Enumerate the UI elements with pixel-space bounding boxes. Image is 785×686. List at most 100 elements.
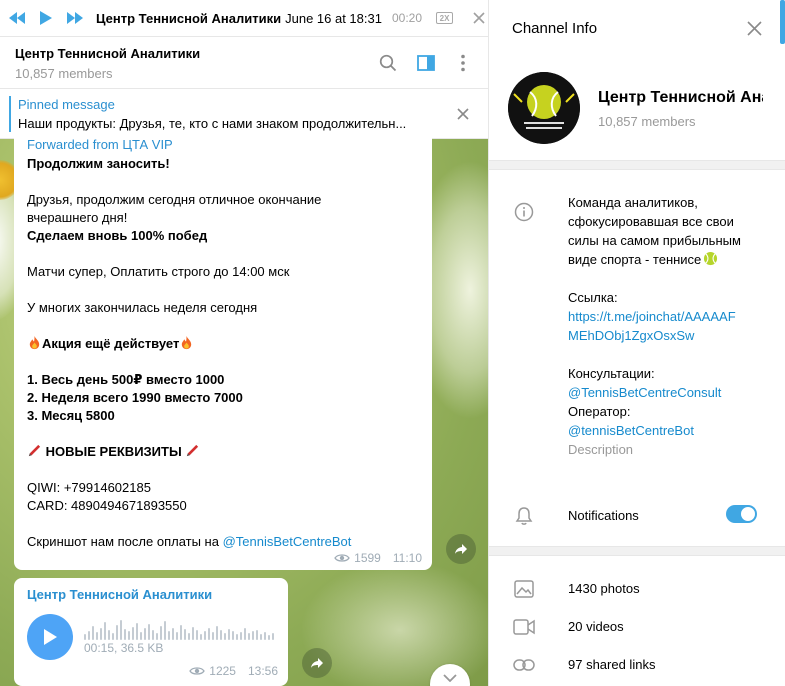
channel-description: Команда аналитиков, сфокусировавшая все … xyxy=(568,193,768,459)
waveform-bar xyxy=(172,628,174,640)
pinned-text: Наши продукты: Друзья, те, кто с нами зн… xyxy=(18,116,407,131)
video-icon xyxy=(513,616,535,638)
tennis-ball-icon xyxy=(704,251,718,266)
close-icon xyxy=(746,20,762,36)
notifications-toggle[interactable] xyxy=(726,505,757,523)
audio-message[interactable]: Центр Теннисной Аналитики 00:15, 36.5 KB… xyxy=(14,578,288,686)
waveform-bar xyxy=(144,628,146,640)
operator-link[interactable]: @tennisBetCentreBot xyxy=(568,421,768,440)
bot-link[interactable]: @TennisBetCentreBot xyxy=(223,534,352,549)
waveform-bar xyxy=(92,626,94,640)
message-line: Матчи супер, Оплатить строго до 14:00 мс… xyxy=(27,264,290,279)
close-icon xyxy=(472,12,485,24)
pinned-title: Pinned message xyxy=(18,97,115,112)
videos-count[interactable]: 20 videos xyxy=(568,619,624,634)
message-bubble[interactable]: Forwarded from ЦТА VIP Продолжим заносит… xyxy=(14,136,432,570)
chat-members: 10,857 members xyxy=(15,66,113,81)
waveform-bar xyxy=(264,632,266,640)
photos-count[interactable]: 1430 photos xyxy=(568,581,640,596)
player-close-button[interactable] xyxy=(469,8,488,28)
channel-members: 10,857 members xyxy=(598,114,696,129)
more-icon xyxy=(461,54,465,72)
chat-title[interactable]: Центр Теннисной Аналитики xyxy=(15,46,200,61)
waveform-bar xyxy=(256,630,258,640)
views-count: 1599 xyxy=(354,551,381,565)
waveform-bar xyxy=(192,627,194,640)
link-label: Ссылка: xyxy=(568,290,618,305)
message-text: Продолжим заносить! Друзья, продолжим се… xyxy=(27,155,423,551)
waveform-bar xyxy=(232,631,234,640)
notifications-label: Notifications xyxy=(568,508,639,523)
waveform-bar xyxy=(228,629,230,640)
player-date: June 16 at 18:31 xyxy=(285,10,382,26)
forward-button[interactable] xyxy=(63,6,86,30)
pinned-close-button[interactable] xyxy=(453,104,473,124)
waveform-bar xyxy=(108,630,110,640)
message-meta: 1225 13:56 xyxy=(189,664,278,678)
waveform-bar xyxy=(148,624,150,640)
message-line: вчерашнего дня! xyxy=(27,210,128,225)
panel-close-button[interactable] xyxy=(743,17,765,39)
waveform-bar xyxy=(184,629,186,640)
message-line: 1. Весь день 500₽ вместо 1000 xyxy=(27,372,225,387)
waveform-bar xyxy=(116,625,118,640)
fire-icon xyxy=(29,335,40,350)
pinned-message[interactable]: Pinned message Наши продукты: Друзья, те… xyxy=(0,89,488,139)
more-button[interactable] xyxy=(452,52,474,74)
speed-button[interactable]: 2X xyxy=(436,12,454,24)
message-line: CARD: 4890494671893550 xyxy=(27,498,187,513)
message-time: 11:10 xyxy=(392,551,422,565)
message-line: Скриншот нам после оплаты на xyxy=(27,534,223,549)
message-line: У многих закончилась неделя сегодня xyxy=(27,300,258,315)
share-button[interactable] xyxy=(302,648,332,678)
divider xyxy=(489,546,785,556)
forward-icon xyxy=(66,12,83,24)
close-icon xyxy=(457,108,469,120)
channel-info-panel: Channel Info Центр Теннисной Аналитики 1… xyxy=(488,0,785,686)
consult-link[interactable]: @TennisBetCentreConsult xyxy=(568,383,768,402)
tennis-ball-logo xyxy=(508,72,580,144)
waveform-bar xyxy=(260,634,262,640)
player-title[interactable]: Центр Теннисной Аналитики xyxy=(96,11,281,26)
audio-player-bar: Центр Теннисной Аналитики June 16 at 18:… xyxy=(0,0,488,37)
waveform-bar xyxy=(224,633,226,640)
waveform-bar xyxy=(136,623,138,640)
panel-title: Channel Info xyxy=(512,20,598,37)
audio-play-button[interactable] xyxy=(27,614,73,660)
search-icon xyxy=(379,54,397,72)
link-icon xyxy=(513,654,535,676)
chevron-down-icon xyxy=(443,674,457,682)
play-icon xyxy=(40,11,52,25)
message-line: 3. Месяц 5800 xyxy=(27,408,115,423)
share-button[interactable] xyxy=(446,534,476,564)
waveform-bar xyxy=(100,628,102,640)
scrollbar[interactable] xyxy=(780,0,785,44)
channel-avatar[interactable] xyxy=(508,72,580,144)
links-count[interactable]: 97 shared links xyxy=(568,657,655,672)
message-time: 13:56 xyxy=(247,664,278,678)
eye-icon xyxy=(334,554,350,562)
search-button[interactable] xyxy=(377,52,399,74)
invite-link[interactable]: https://t.me/joinchat/AAAAAF xyxy=(568,307,768,326)
message-line: Продолжим заносить! xyxy=(27,156,170,171)
waveform-bar xyxy=(216,626,218,640)
sidebar-toggle-button[interactable] xyxy=(415,52,437,74)
invite-link-continued[interactable]: MEhDObj1ZgxOsxSw xyxy=(568,326,768,345)
waveform-bar xyxy=(132,627,134,640)
message-author[interactable]: Центр Теннисной Аналитики xyxy=(27,587,212,602)
rewind-button[interactable] xyxy=(6,6,29,30)
audio-waveform[interactable] xyxy=(84,618,280,640)
waveform-bar xyxy=(180,625,182,640)
play-icon xyxy=(44,629,57,645)
waveform-bar xyxy=(220,630,222,640)
waveform-bar xyxy=(140,632,142,640)
waveform-bar xyxy=(88,631,90,640)
waveform-bar xyxy=(84,634,86,640)
chat-area: Центр Теннисной Аналитики June 16 at 18:… xyxy=(0,0,488,686)
share-icon xyxy=(311,658,323,668)
forwarded-from[interactable]: Forwarded from ЦТА VIP xyxy=(27,137,173,152)
play-button[interactable] xyxy=(35,6,58,30)
message-line: НОВЫЕ РЕКВИЗИТЫ xyxy=(45,444,182,459)
waveform-bar xyxy=(104,622,106,640)
waveform-bar xyxy=(208,628,210,640)
